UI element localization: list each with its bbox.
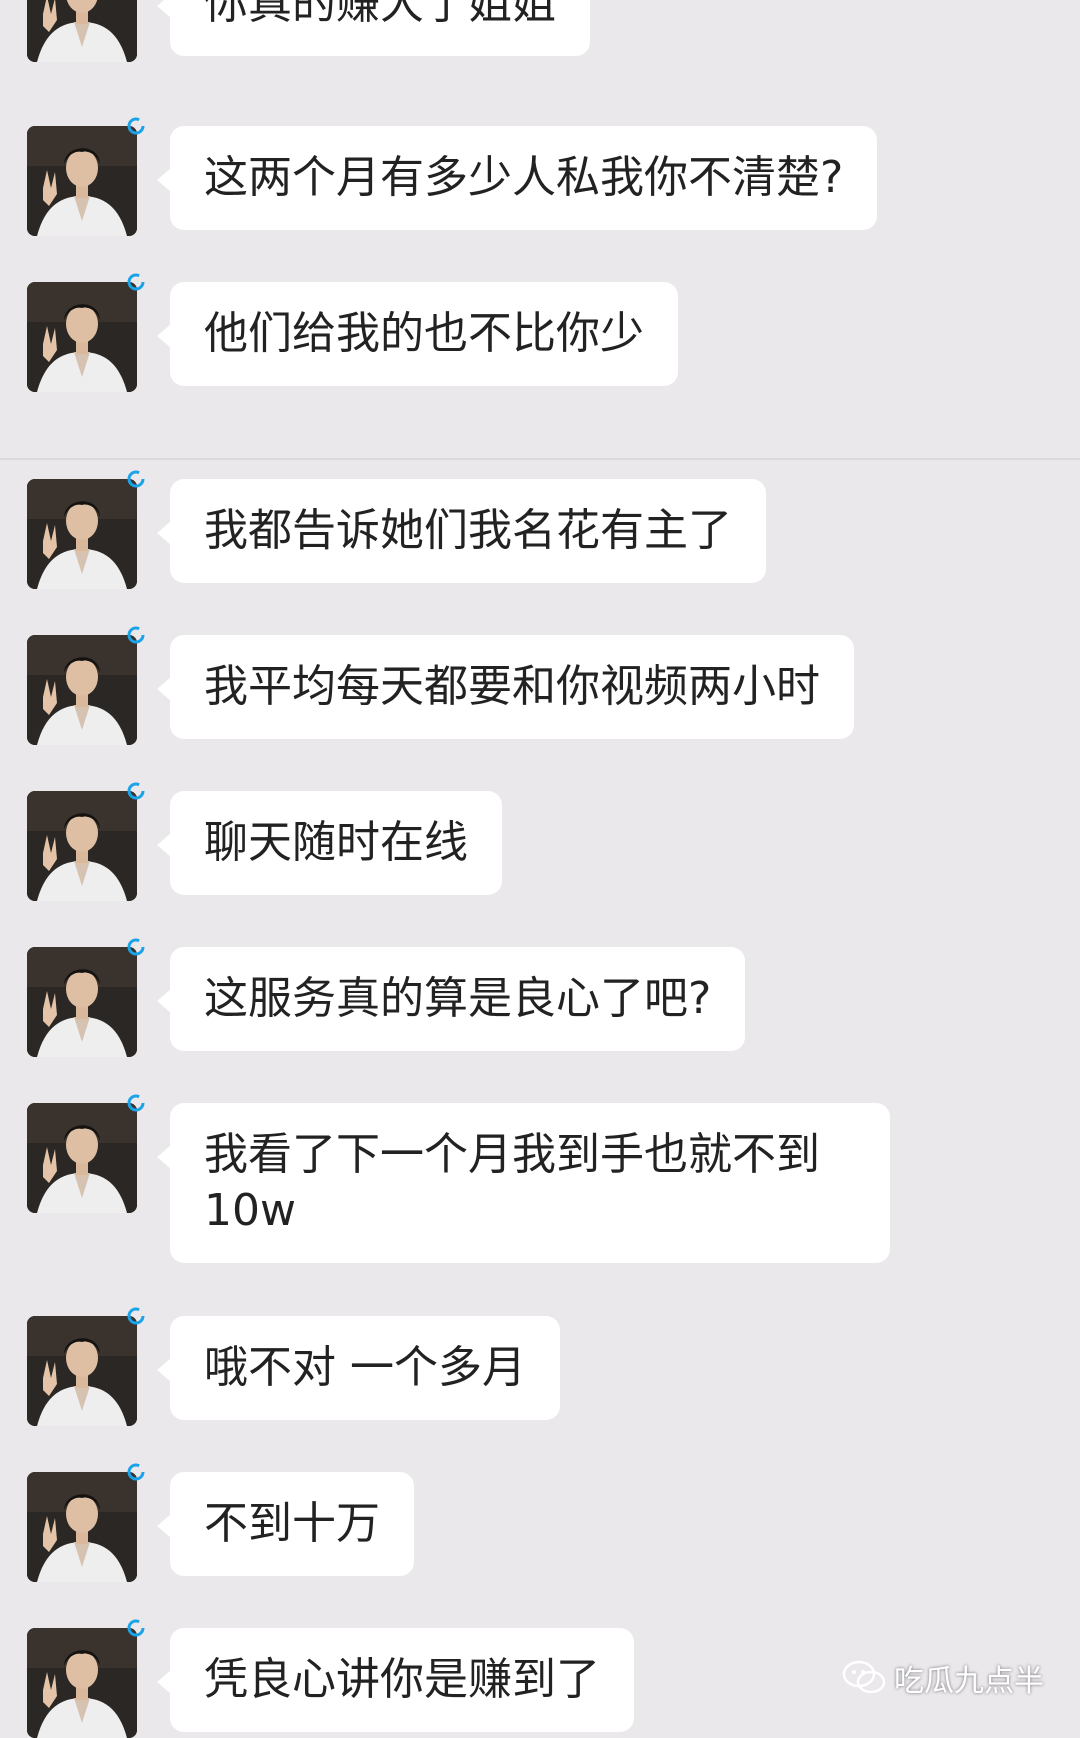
message-bubble: 我都告诉她们我名花有主了 [157,479,766,583]
avatar-photo [27,1472,137,1582]
online-status-icon [127,1094,145,1112]
avatar[interactable] [27,1316,137,1426]
online-status-icon [127,938,145,956]
online-status-icon [127,273,145,291]
message-bubble: 这服务真的算是良心了吧? [156,947,746,1051]
avatar-photo [27,635,137,745]
online-status-icon [127,470,145,488]
avatar-photo [27,791,137,901]
online-status-icon [127,1463,145,1481]
online-status-icon [127,626,145,644]
watermark: 吃瓜九点半 [842,1656,1044,1700]
avatar-photo [27,947,137,1057]
online-status-icon [127,1307,145,1325]
avatar[interactable] [27,126,137,236]
avatar[interactable] [27,479,137,589]
avatar[interactable] [27,947,137,1057]
avatar-photo [27,479,137,589]
online-status-icon [127,1619,145,1637]
section-divider [0,458,1080,460]
avatar[interactable] [27,282,137,392]
message-bubble: 他们给我的也不比你少 [157,282,678,386]
avatar[interactable] [27,1628,137,1738]
message-bubble: 哦不对 一个多月 [157,1316,560,1420]
message-bubble: 我平均每天都要和你视频两小时 [157,635,854,739]
avatar-photo [27,0,137,62]
avatar[interactable] [27,1103,137,1213]
message-bubble: 这两个月有多少人私我你不清楚? [156,126,878,230]
avatar-photo [27,1103,137,1213]
online-status-icon [127,117,145,135]
chat-screen: 你真的赚大了姐姐 这两个月有多少人私我你不清楚? 他们给我的也不比你少 我都告诉… [0,0,1080,1738]
avatar[interactable] [27,635,137,745]
online-status-icon [127,782,145,800]
avatar-photo [27,282,137,392]
wechat-icon [842,1660,886,1694]
avatar[interactable] [27,1472,137,1582]
message-bubble: 我看了下一个月我到手也就不到 10w [157,1103,890,1263]
watermark-label: 吃瓜九点半 [894,1664,1044,1699]
avatar[interactable] [27,791,137,901]
avatar[interactable] [27,0,137,62]
message-bubble: 不到十万 [157,1472,414,1576]
avatar-photo [27,1628,137,1738]
avatar-photo [27,126,137,236]
message-bubble: 聊天随时在线 [157,791,502,895]
message-bubble: 你真的赚大了姐姐 [157,0,590,56]
message-bubble: 凭良心讲你是赚到了 [157,1628,634,1732]
avatar-photo [27,1316,137,1426]
